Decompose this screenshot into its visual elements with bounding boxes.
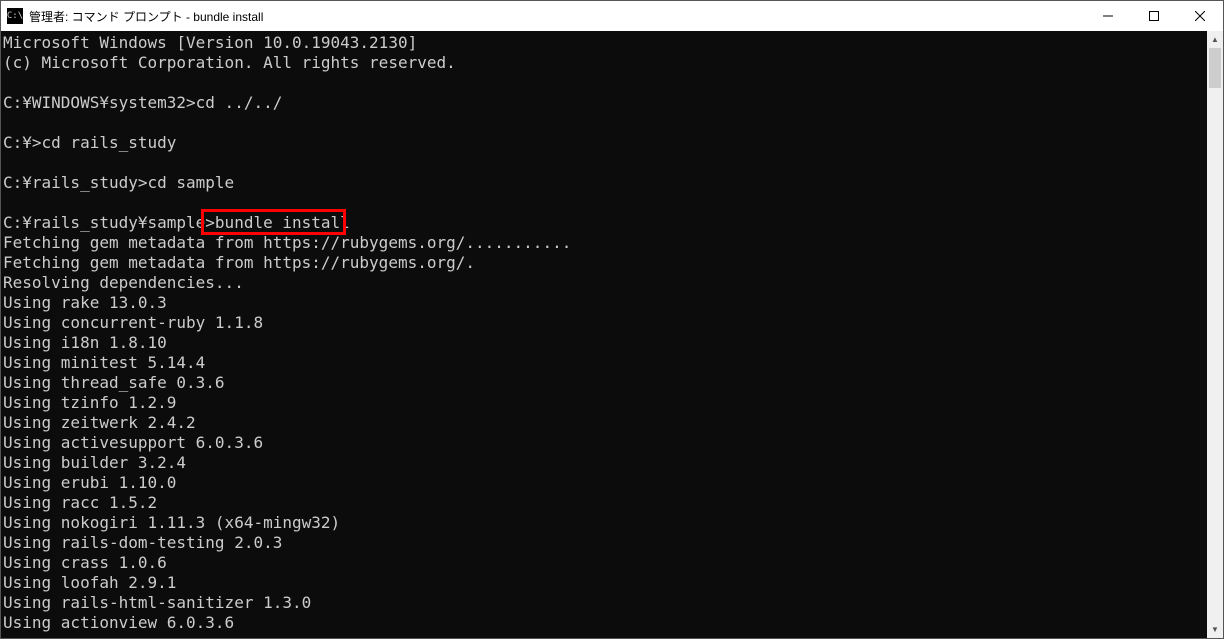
cmd-icon: C:\ [7,8,23,24]
terminal-line: Using rails-dom-testing 2.0.3 [3,533,1203,553]
close-button[interactable] [1177,1,1223,31]
terminal-line: C:¥rails_study¥sample>bundle install [3,213,1203,233]
scrollbar-track[interactable] [1207,48,1223,621]
terminal-line: (c) Microsoft Corporation. All rights re… [3,53,1203,73]
terminal-line: Using rake 13.0.3 [3,293,1203,313]
vertical-scrollbar[interactable]: ▲ ▼ [1207,31,1223,638]
terminal-line: Using erubi 1.10.0 [3,473,1203,493]
terminal-line: Fetching gem metadata from https://rubyg… [3,233,1203,253]
terminal-line: Using zeitwerk 2.4.2 [3,413,1203,433]
scroll-up-arrow-icon[interactable]: ▲ [1207,31,1223,48]
terminal-line: Using tzinfo 1.2.9 [3,393,1203,413]
titlebar[interactable]: C:\ 管理者: コマンド プロンプト - bundle install [1,1,1223,31]
terminal-line: Using thread_safe 0.3.6 [3,373,1203,393]
window-title: 管理者: コマンド プロンプト - bundle install [29,8,263,25]
terminal-line: Using rails-html-sanitizer 1.3.0 [3,593,1203,613]
maximize-button[interactable] [1131,1,1177,31]
terminal-line [3,73,1203,93]
terminal-line: Using crass 1.0.6 [3,553,1203,573]
terminal-line: Fetching gem metadata from https://rubyg… [3,253,1203,273]
terminal-line [3,153,1203,173]
terminal-line: C:¥WINDOWS¥system32>cd ../../ [3,93,1203,113]
terminal-line: Using concurrent-ruby 1.1.8 [3,313,1203,333]
scroll-down-arrow-icon[interactable]: ▼ [1207,621,1223,638]
terminal-area: Microsoft Windows [Version 10.0.19043.21… [1,31,1223,638]
terminal-line: Resolving dependencies... [3,273,1203,293]
terminal-line: Using actionview 6.0.3.6 [3,613,1203,633]
terminal-line: Using builder 3.2.4 [3,453,1203,473]
terminal-line: Using minitest 5.14.4 [3,353,1203,373]
terminal-line: C:¥>cd rails_study [3,133,1203,153]
terminal-output[interactable]: Microsoft Windows [Version 10.0.19043.21… [1,31,1207,638]
terminal-line [3,113,1203,133]
terminal-line: Using racc 1.5.2 [3,493,1203,513]
terminal-line [3,193,1203,213]
terminal-line: C:¥rails_study>cd sample [3,173,1203,193]
terminal-line: Using i18n 1.8.10 [3,333,1203,353]
terminal-line: Microsoft Windows [Version 10.0.19043.21… [3,33,1203,53]
terminal-line: Using activesupport 6.0.3.6 [3,433,1203,453]
terminal-line: Using nokogiri 1.11.3 (x64-mingw32) [3,513,1203,533]
terminal-line: Using loofah 2.9.1 [3,573,1203,593]
scrollbar-thumb[interactable] [1209,48,1221,88]
minimize-button[interactable] [1085,1,1131,31]
